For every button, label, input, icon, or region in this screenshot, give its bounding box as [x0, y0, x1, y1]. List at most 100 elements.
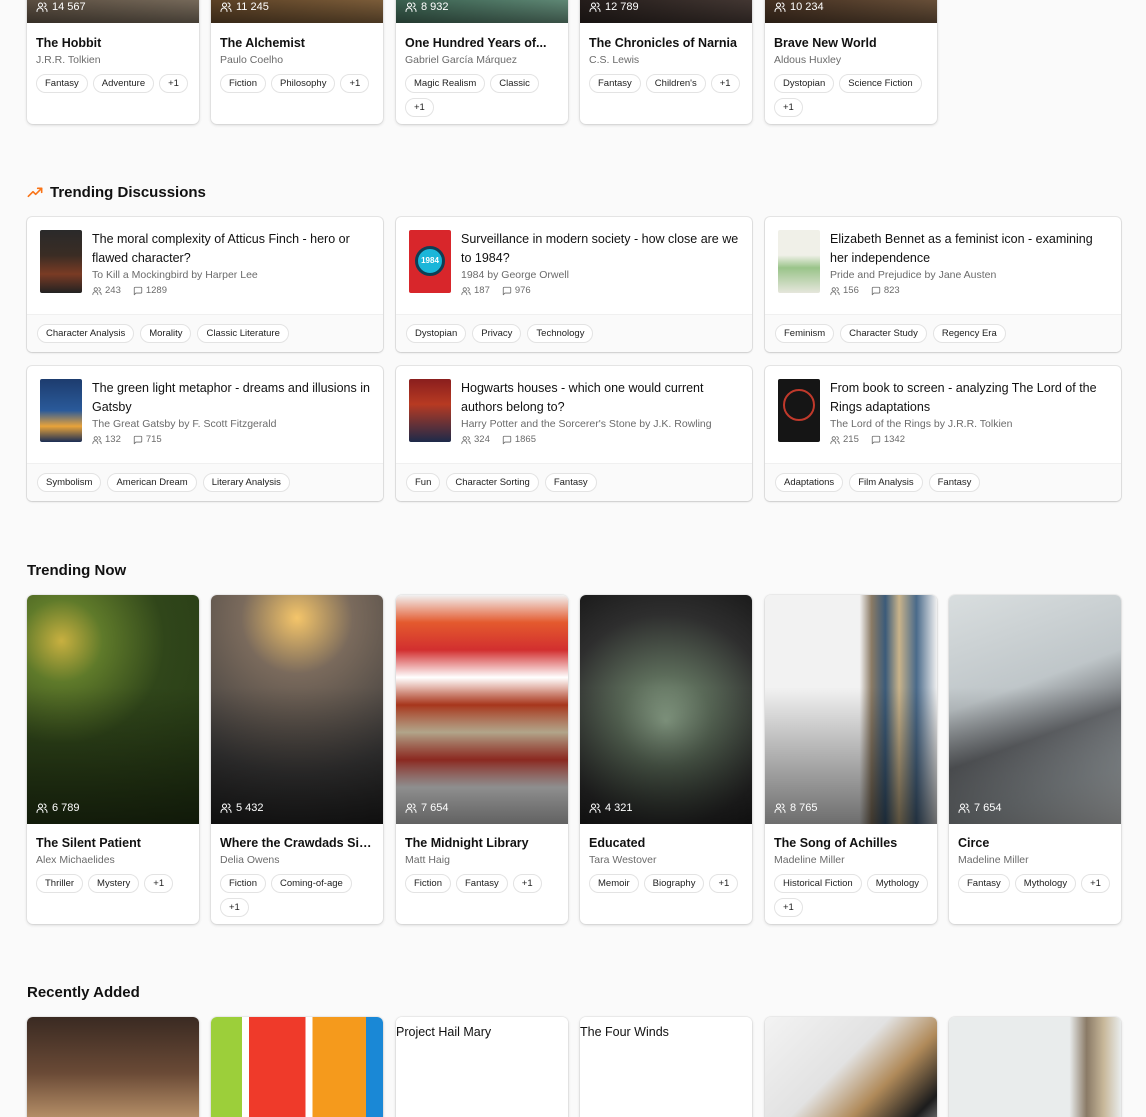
book-card[interactable]: Project Hail Mary	[396, 1017, 568, 1117]
book-title[interactable]: The Alchemist	[220, 36, 374, 50]
genre-tag[interactable]: Adventure	[92, 74, 155, 93]
genre-tag[interactable]: +1	[405, 98, 434, 117]
discussion-title[interactable]: Elizabeth Bennet as a feminist icon - ex…	[830, 230, 1108, 268]
genre-tag[interactable]: Fiction	[405, 874, 451, 893]
book-card[interactable]	[765, 1017, 937, 1117]
book-cover-image[interactable]: 14 567	[27, 0, 199, 23]
genre-tag[interactable]: Fun	[406, 473, 441, 492]
discussion-book-cover[interactable]	[409, 379, 451, 442]
genre-tag[interactable]: +1	[159, 74, 188, 93]
discussion-book-cover[interactable]	[778, 379, 820, 442]
book-card[interactable]	[211, 1017, 383, 1117]
discussion-book-cover[interactable]	[40, 379, 82, 442]
book-cover-image[interactable]: 8 765	[765, 595, 937, 824]
book-cover-image[interactable]: 12 789	[580, 0, 752, 23]
book-card[interactable]: 6 789 The Silent Patient Alex Michaelide…	[27, 595, 199, 924]
genre-tag[interactable]: Historical Fiction	[774, 874, 862, 893]
book-cover-image[interactable]	[27, 1017, 199, 1117]
book-card[interactable]: 11 245 The Alchemist Paulo Coelho Fictio…	[211, 0, 383, 124]
genre-tag[interactable]: Mystery	[88, 874, 140, 893]
genre-tag[interactable]: Fiction	[220, 74, 266, 93]
genre-tag[interactable]: Children's	[645, 74, 706, 93]
genre-tag[interactable]: Character Analysis	[37, 324, 135, 343]
book-card[interactable]: 8 765 The Song of Achilles Madeline Mill…	[765, 595, 937, 924]
discussion-card[interactable]: From book to screen - analyzing The Lord…	[765, 366, 1121, 501]
book-title[interactable]: Where the Crawdads Sing	[220, 836, 374, 850]
genre-tag[interactable]: Science Fiction	[839, 74, 922, 93]
book-card[interactable]	[949, 1017, 1121, 1117]
genre-tag[interactable]: +1	[340, 74, 370, 93]
genre-tag[interactable]: Fantasy	[455, 874, 508, 893]
book-cover-image[interactable]: 11 245	[211, 0, 383, 23]
genre-tag[interactable]: Mythology	[1014, 874, 1077, 893]
book-cover-image[interactable]: 10 234	[765, 0, 937, 23]
genre-tag[interactable]: Fantasy	[544, 473, 597, 492]
genre-tag[interactable]: Fantasy	[589, 74, 641, 93]
genre-tag[interactable]: American Dream	[107, 473, 197, 492]
discussion-book-cover[interactable]	[40, 230, 82, 293]
genre-tag[interactable]: Mythology	[866, 874, 928, 893]
genre-tag[interactable]: +1	[144, 874, 174, 893]
discussion-card[interactable]: The green light metaphor - dreams and il…	[27, 366, 383, 501]
genre-tag[interactable]: Classic	[490, 74, 539, 93]
discussion-card[interactable]: Elizabeth Bennet as a feminist icon - ex…	[765, 217, 1121, 352]
genre-tag[interactable]: Morality	[140, 324, 192, 343]
genre-tag[interactable]: Fantasy	[36, 74, 88, 93]
book-card[interactable]: 14 567 The Hobbit J.R.R. Tolkien Fantasy…	[27, 0, 199, 124]
discussion-book-cover[interactable]	[778, 230, 820, 293]
book-card[interactable]: 7 654 The Midnight Library Matt Haig Fic…	[396, 595, 568, 924]
genre-tag[interactable]: +1	[710, 74, 740, 93]
genre-tag[interactable]: Philosophy	[270, 74, 336, 93]
discussion-title[interactable]: Surveillance in modern society - how clo…	[461, 230, 739, 268]
book-cover-image[interactable]	[211, 1017, 383, 1117]
discussion-title[interactable]: Hogwarts houses - which one would curren…	[461, 379, 739, 417]
genre-tag[interactable]: Feminism	[775, 324, 835, 343]
book-cover-image[interactable]: 4 321	[580, 595, 752, 824]
genre-tag[interactable]: Regency Era	[932, 324, 1006, 343]
book-title[interactable]: The Song of Achilles	[774, 836, 928, 850]
discussion-title[interactable]: The green light metaphor - dreams and il…	[92, 379, 370, 417]
book-title[interactable]: Brave New World	[774, 36, 928, 50]
genre-tag[interactable]: Coming-of-age	[270, 874, 352, 893]
discussion-book-cover[interactable]: 1984	[409, 230, 451, 293]
discussion-title[interactable]: The moral complexity of Atticus Finch - …	[92, 230, 370, 268]
genre-tag[interactable]: Fantasy	[928, 473, 981, 492]
book-title[interactable]: Educated	[589, 836, 743, 850]
genre-tag[interactable]: Adaptations	[775, 473, 844, 492]
book-cover-image[interactable]: 7 654	[396, 595, 568, 824]
genre-tag[interactable]: Classic Literature	[197, 324, 289, 343]
book-cover-image[interactable]: 5 432	[211, 595, 383, 824]
genre-tag[interactable]: Fantasy	[958, 874, 1010, 893]
book-cover-image[interactable]: 8 932	[396, 0, 568, 23]
genre-tag[interactable]: Magic Realism	[405, 74, 486, 93]
book-cover-image[interactable]: 6 789	[27, 595, 199, 824]
book-card[interactable]	[27, 1017, 199, 1117]
book-title[interactable]: The Silent Patient	[36, 836, 190, 850]
genre-tag[interactable]: Film Analysis	[849, 473, 923, 492]
book-title[interactable]: The Midnight Library	[405, 836, 559, 850]
book-card[interactable]: 10 234 Brave New World Aldous Huxley Dys…	[765, 0, 937, 124]
genre-tag[interactable]: Character Study	[840, 324, 927, 343]
book-title[interactable]: The Chronicles of Narnia	[589, 36, 743, 50]
book-cover-image[interactable]	[765, 1017, 937, 1117]
genre-tag[interactable]: Fiction	[220, 874, 266, 893]
book-card[interactable]: 8 932 One Hundred Years of... Gabriel Ga…	[396, 0, 568, 124]
genre-tag[interactable]: Thriller	[36, 874, 84, 893]
book-card[interactable]: 5 432 Where the Crawdads Sing Delia Owen…	[211, 595, 383, 924]
genre-tag[interactable]: Technology	[527, 324, 594, 343]
discussion-title[interactable]: From book to screen - analyzing The Lord…	[830, 379, 1108, 417]
book-card[interactable]: The Four Winds	[580, 1017, 752, 1117]
genre-tag[interactable]: Biography	[643, 874, 705, 893]
discussion-card[interactable]: 1984 Surveillance in modern society - ho…	[396, 217, 752, 352]
book-title[interactable]: Circe	[958, 836, 1112, 850]
genre-tag[interactable]: Dystopian	[774, 74, 835, 93]
book-title[interactable]: The Hobbit	[36, 36, 190, 50]
book-cover-image[interactable]: 7 654	[949, 595, 1121, 824]
genre-tag[interactable]: Memoir	[589, 874, 639, 893]
genre-tag[interactable]: +1	[1081, 874, 1110, 893]
book-cover-image[interactable]: Project Hail Mary	[396, 1017, 568, 1117]
book-card[interactable]: 12 789 The Chronicles of Narnia C.S. Lew…	[580, 0, 752, 124]
book-title[interactable]: One Hundred Years of...	[405, 36, 559, 50]
genre-tag[interactable]: +1	[709, 874, 739, 893]
genre-tag[interactable]: +1	[220, 898, 249, 917]
